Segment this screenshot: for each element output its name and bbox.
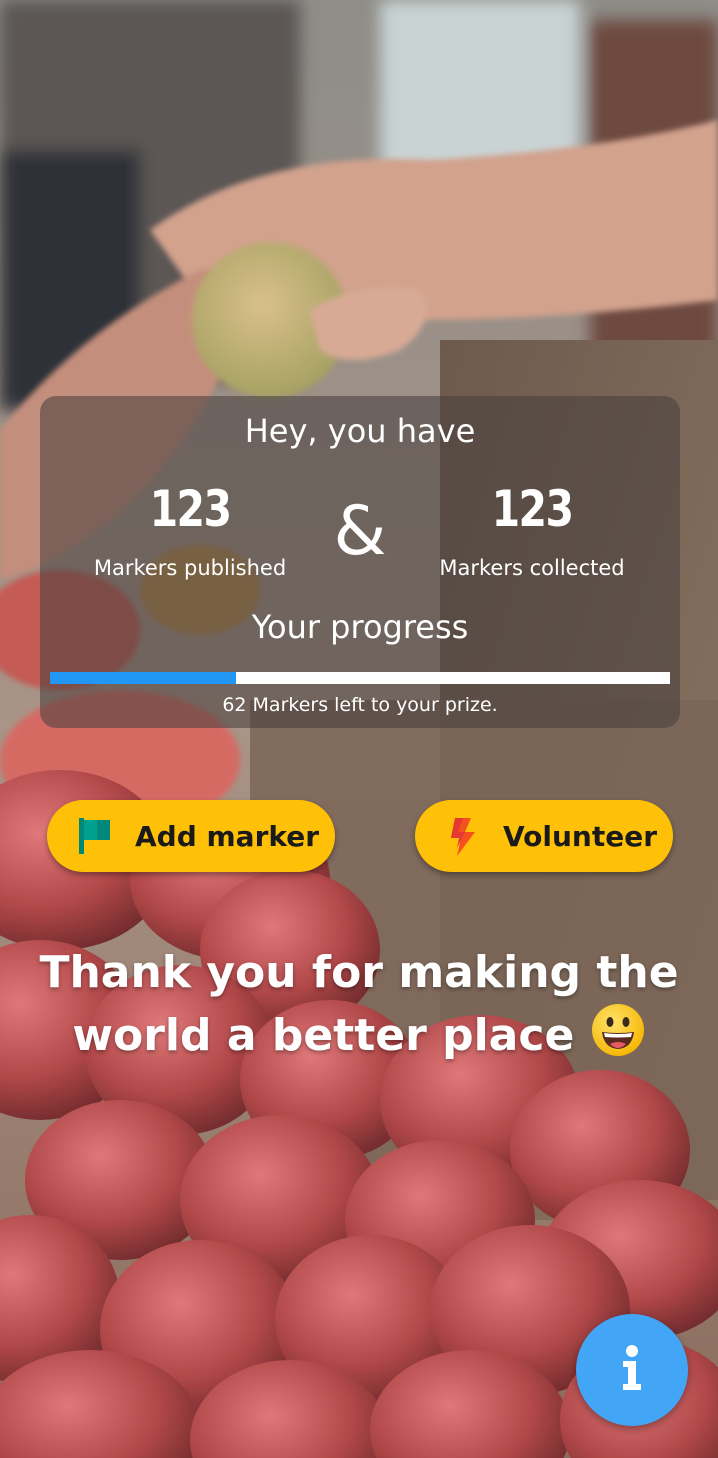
progress-bar [50,672,670,684]
ampersand-separator: & [333,492,387,571]
add-marker-label: Add marker [135,819,320,853]
collected-count: 123 [491,480,574,538]
info-button[interactable] [576,1314,688,1426]
flag-icon [77,816,113,856]
info-icon [620,1344,644,1396]
grinning-face-emoji-icon [590,1002,646,1058]
volunteer-label: Volunteer [503,819,658,853]
thank-you-message: Thank you for making the world a better … [20,944,698,1065]
stats-card: Hey, you have 123 & 123 Markers publishe… [40,396,680,728]
published-label: Markers published [93,556,287,580]
published-count: 123 [149,480,232,538]
collected-label: Markers collected [439,556,625,580]
add-marker-button[interactable]: Add marker [47,800,335,872]
volunteer-button[interactable]: Volunteer [415,800,673,872]
thank-you-text: Thank you for making the world a better … [39,947,679,1061]
background-photo [0,0,718,1458]
app-screen: Hey, you have 123 & 123 Markers publishe… [0,0,718,1458]
progress-bar-fill [50,672,236,684]
progress-remaining-text: 62 Markers left to your prize. [222,694,498,716]
progress-title: Your progress [251,608,469,646]
card-title: Hey, you have [244,412,476,450]
lightning-icon [445,816,481,856]
